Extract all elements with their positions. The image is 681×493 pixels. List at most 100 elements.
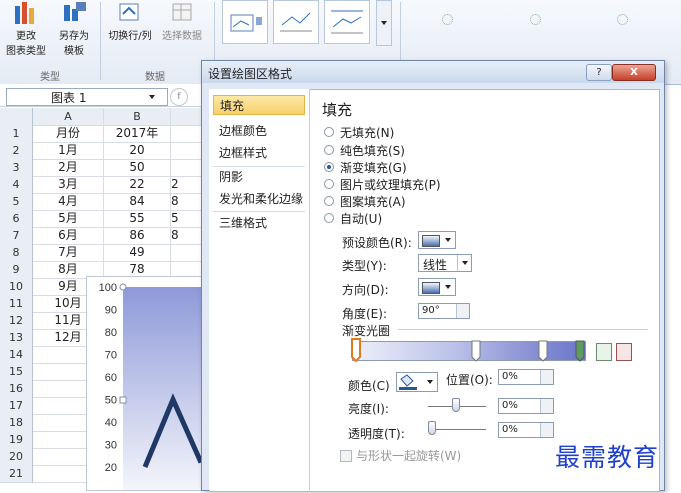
add-stop-icon[interactable] (596, 343, 612, 361)
spinner-arrows[interactable] (540, 399, 553, 413)
row-header[interactable]: 8 (0, 244, 33, 262)
preset-color-dropdown[interactable] (418, 231, 456, 249)
row-header[interactable]: 4 (0, 176, 33, 194)
select-data-button[interactable]: 选择数据 (158, 2, 206, 42)
cell-c[interactable] (171, 125, 201, 143)
brightness-spinner[interactable]: 0% (498, 398, 554, 414)
angle-spinner[interactable]: 90° (418, 303, 470, 319)
row-header[interactable]: 2 (0, 142, 33, 160)
row-header[interactable]: 17 (0, 397, 33, 415)
cell-b[interactable]: 20 (104, 142, 171, 160)
gradient-stop-1[interactable] (351, 338, 361, 363)
cell-a[interactable]: 3月 (33, 176, 104, 194)
brightness-slider[interactable] (452, 398, 460, 412)
row-header[interactable]: 14 (0, 346, 33, 364)
row-header[interactable]: 16 (0, 380, 33, 398)
help-button[interactable]: ? (586, 64, 612, 81)
chart-layout-thumb-2[interactable] (273, 0, 319, 44)
nav-item-glow[interactable]: 发光和柔化边缘 (213, 189, 305, 209)
close-button[interactable]: X (612, 64, 656, 81)
column-header-c[interactable] (171, 108, 201, 126)
row-header[interactable]: 20 (0, 448, 33, 466)
select-all-corner[interactable] (0, 108, 33, 126)
row-header[interactable]: 13 (0, 329, 33, 347)
row-header[interactable]: 9 (0, 261, 33, 279)
gradient-stop-4[interactable] (575, 340, 585, 362)
plot-area[interactable] (123, 287, 203, 490)
rotate-with-shape-checkbox[interactable] (340, 450, 352, 462)
switch-row-column-button[interactable]: 切换行/列 (104, 2, 156, 42)
nav-item-border-color[interactable]: 边框颜色 (213, 121, 305, 141)
cell-a[interactable]: 5月 (33, 210, 104, 228)
column-header-a[interactable]: A (33, 108, 104, 126)
cell-b[interactable]: 22 (104, 176, 171, 194)
cell-a[interactable]: 6月 (33, 227, 104, 245)
transparency-slider[interactable] (428, 421, 436, 435)
row-header[interactable]: 15 (0, 363, 33, 381)
row-header[interactable]: 11 (0, 295, 33, 313)
radio-no-fill[interactable] (324, 127, 334, 137)
cell-c[interactable] (171, 142, 201, 160)
spinner-arrows[interactable] (540, 370, 553, 384)
transparency-spinner[interactable]: 0% (498, 422, 554, 438)
direction-dropdown[interactable] (418, 278, 456, 296)
radio-solid-fill[interactable] (324, 145, 334, 155)
position-spinner[interactable]: 0% (498, 369, 554, 385)
row-header[interactable]: 18 (0, 414, 33, 432)
row-header[interactable]: 19 (0, 431, 33, 449)
nav-item-fill[interactable]: 填充 (213, 95, 305, 115)
change-chart-type-button[interactable]: 更改 图表类型 (6, 2, 46, 57)
row-header[interactable]: 5 (0, 193, 33, 211)
cell-c[interactable] (171, 244, 201, 262)
cell-b[interactable]: 2017年 (104, 125, 171, 143)
cell-a[interactable]: 1月 (33, 142, 104, 160)
line-chart[interactable]: 100 90 80 70 60 50 40 30 20 (87, 277, 204, 490)
cell-a[interactable]: 4月 (33, 193, 104, 211)
chart-area[interactable]: 100 90 80 70 60 50 40 30 20 (86, 276, 204, 491)
spinner-arrows[interactable] (456, 304, 469, 318)
cell-b[interactable]: 86 (104, 227, 171, 245)
gradient-stop-3[interactable] (538, 340, 548, 362)
cell-a[interactable]: 月份 (33, 125, 104, 143)
nav-item-shadow[interactable]: 阴影 (213, 167, 305, 187)
nav-item-border-style[interactable]: 边框样式 (213, 143, 305, 163)
cell-b[interactable]: 55 (104, 210, 171, 228)
selection-handle[interactable] (119, 283, 127, 291)
cell-c[interactable]: 5 (171, 210, 201, 228)
cell-a[interactable]: 2月 (33, 159, 104, 177)
fx-button[interactable]: f (170, 88, 188, 106)
layout-gallery-scroll[interactable] (376, 0, 392, 46)
dialog-titlebar[interactable]: 设置绘图区格式 ? X (202, 61, 664, 83)
row-header[interactable]: 7 (0, 227, 33, 245)
cell-b[interactable]: 84 (104, 193, 171, 211)
color-picker-button[interactable] (396, 372, 438, 392)
cell-c[interactable]: 2 (171, 176, 201, 194)
cell-c[interactable] (171, 159, 201, 177)
type-dropdown[interactable]: 线性 (418, 254, 472, 272)
column-header-b[interactable]: B (104, 108, 171, 126)
row-header[interactable]: 6 (0, 210, 33, 228)
gradient-stop-2[interactable] (471, 340, 481, 362)
row-header[interactable]: 10 (0, 278, 33, 296)
row-header[interactable]: 21 (0, 465, 33, 483)
nav-item-3d-format[interactable]: 三维格式 (213, 213, 305, 233)
chart-layout-thumb-1[interactable] (222, 0, 268, 44)
radio-pattern-fill[interactable] (324, 196, 334, 206)
row-header[interactable]: 3 (0, 159, 33, 177)
radio-gradient-fill[interactable] (324, 162, 334, 172)
cell-b[interactable]: 50 (104, 159, 171, 177)
name-box[interactable]: 图表 1 (6, 88, 168, 106)
selection-handle[interactable] (119, 396, 127, 404)
row-header[interactable]: 1 (0, 125, 33, 143)
remove-stop-icon[interactable] (616, 343, 632, 361)
cell-b[interactable]: 49 (104, 244, 171, 262)
radio-picture-fill[interactable] (324, 179, 334, 189)
cell-c[interactable]: 8 (171, 227, 201, 245)
save-as-template-button[interactable]: 另存为 模板 (56, 2, 92, 57)
row-header[interactable]: 12 (0, 312, 33, 330)
cell-c[interactable]: 8 (171, 193, 201, 211)
spinner-arrows[interactable] (540, 423, 553, 437)
radio-automatic[interactable] (324, 213, 334, 223)
chart-layout-thumb-3[interactable] (324, 0, 370, 44)
cell-a[interactable]: 7月 (33, 244, 104, 262)
